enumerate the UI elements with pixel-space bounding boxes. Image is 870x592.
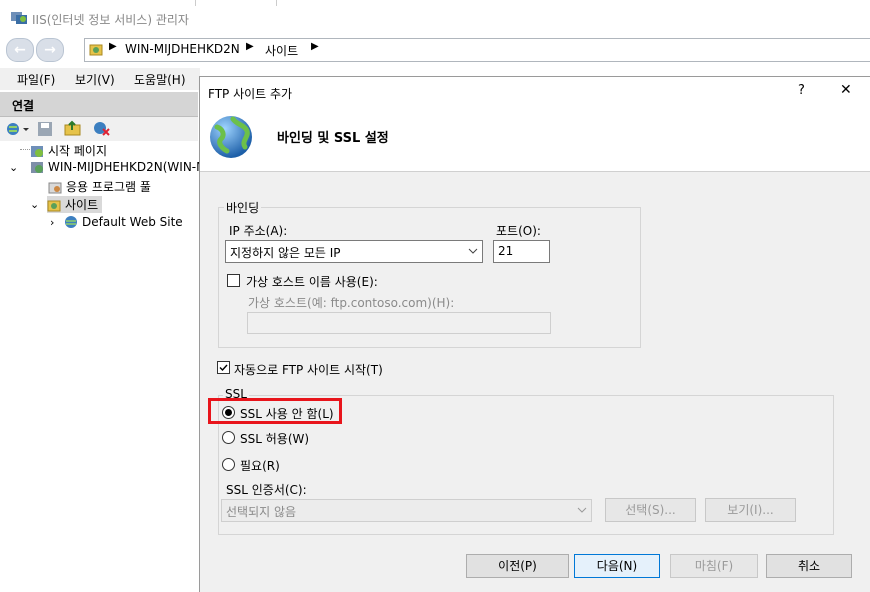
chevron-down-icon [577,507,587,513]
forward-button[interactable]: → [36,38,64,62]
dialog-title: FTP 사이트 추가 [208,87,293,101]
breadcrumb-arrow-icon: ▶ [311,41,319,52]
vhost-checkbox-label: 가상 호스트 이름 사용(E): [246,275,378,289]
connections-toolbar [0,117,198,142]
ip-address-value: 지정하지 않은 모든 IP [230,246,341,260]
cancel-button[interactable]: 취소 [766,554,852,578]
forward-arrow-icon: → [44,42,56,58]
tree-expand-chevron-icon[interactable]: › [50,216,54,229]
prev-button[interactable]: 이전(P) [466,554,569,578]
website-globe-icon [65,216,77,228]
vhost-label: 가상 호스트(예: ftp.contoso.com)(H): [248,296,455,310]
next-button[interactable]: 다음(N) [574,554,660,578]
breadcrumb-arrow-icon: ▶ [109,41,117,52]
app-pool-icon [48,182,62,194]
ssl-none-radio[interactable] [222,406,235,419]
port-input[interactable]: 21 [493,240,550,263]
connections-header: 연결 [0,92,198,117]
ssl-cert-label: SSL 인증서(C): [226,483,307,497]
ip-address-select[interactable]: 지정하지 않은 모든 IP [225,240,483,263]
ssl-none-label: SSL 사용 안 함(L) [240,407,334,421]
tree-item-default-web-site[interactable]: Default Web Site [64,215,183,229]
ssl-select-button[interactable]: 선택(S)... [605,498,696,522]
chevron-down-icon [468,248,478,254]
save-icon[interactable] [37,121,53,137]
add-ftp-site-dialog: FTP 사이트 추가 ? ✕ 바인딩 및 SSL 설정 바인딩 IP 주소(A)… [199,76,870,592]
start-page-icon [31,146,43,157]
window-titlebar: IIS(인터넷 정보 서비스) 관리자 [0,0,870,34]
checkmark-icon [219,364,228,372]
menu-view[interactable]: 보기(V) [75,71,115,88]
connections-title: 연결 [12,99,35,113]
ssl-cert-select[interactable]: 선택되지 않음 [221,499,592,522]
ssl-require-radio[interactable] [222,458,235,471]
sites-folder-icon [47,200,61,212]
help-button[interactable]: ? [798,83,805,98]
autostart-label: 자동으로 FTP 사이트 시작(T) [234,363,383,377]
back-button[interactable]: ← [6,38,34,62]
connect-globe-icon[interactable] [6,121,32,137]
autostart-checkbox[interactable] [217,361,230,374]
port-label: 포트(O): [496,224,541,238]
dialog-titlebar: FTP 사이트 추가 ? ✕ [200,77,870,107]
server-icon [31,162,43,173]
menu-file[interactable]: 파일(F) [17,71,55,88]
breadcrumb-arrow-icon: ▶ [246,41,254,52]
titlebar-tab-edge [195,0,277,6]
up-folder-icon[interactable] [64,120,82,137]
back-arrow-icon: ← [14,42,26,58]
vhost-checkbox[interactable] [227,274,240,287]
site-folder-icon [89,44,103,56]
tree-item-app-pools[interactable]: 응용 프로그램 풀 [48,178,151,195]
tree-collapse-chevron-icon[interactable]: ⌄ [9,161,18,174]
connections-tree: 시작 페이지 ⌄ WIN-MIJDHEHKD2N(WIN-M 응용 프로그램 풀… [0,141,206,591]
breadcrumb-sites[interactable]: 사이트 [265,42,298,59]
iis-app-icon [11,12,27,24]
dialog-header: 바인딩 및 SSL 설정 [200,107,870,172]
disconnect-icon[interactable] [93,120,111,137]
menu-bar: 파일(F) 보기(V) 도움말(H) [0,68,200,90]
radio-dot [225,409,232,416]
ssl-view-button[interactable]: 보기(I)... [705,498,796,522]
ssl-allow-radio[interactable] [222,431,235,444]
binding-group-label: 바인딩 [224,199,262,216]
close-button[interactable]: ✕ [840,82,852,98]
ssl-cert-value: 선택되지 않음 [226,505,297,519]
finish-button[interactable]: 마침(F) [670,554,758,578]
ssl-require-label: 필요(R) [240,459,280,473]
tree-item-start-page[interactable]: 시작 페이지 [30,142,107,159]
tree-collapse-chevron-icon[interactable]: ⌄ [30,198,39,211]
vhost-input[interactable] [247,312,551,334]
ssl-allow-label: SSL 허용(W) [240,432,310,446]
ip-address-label: IP 주소(A): [229,224,288,238]
dialog-heading: 바인딩 및 SSL 설정 [277,131,389,146]
window-title: IIS(인터넷 정보 서비스) 관리자 [32,13,189,27]
breadcrumb-server[interactable]: WIN-MIJDHEHKD2N [125,42,240,56]
globe-icon [210,116,252,158]
tree-item-server[interactable]: WIN-MIJDHEHKD2N(WIN-M [30,160,206,174]
tree-item-sites[interactable]: 사이트 [47,196,103,213]
address-box[interactable]: ▶ WIN-MIJDHEHKD2N ▶ 사이트 ▶ [84,38,870,62]
menu-help[interactable]: 도움말(H) [134,71,186,88]
